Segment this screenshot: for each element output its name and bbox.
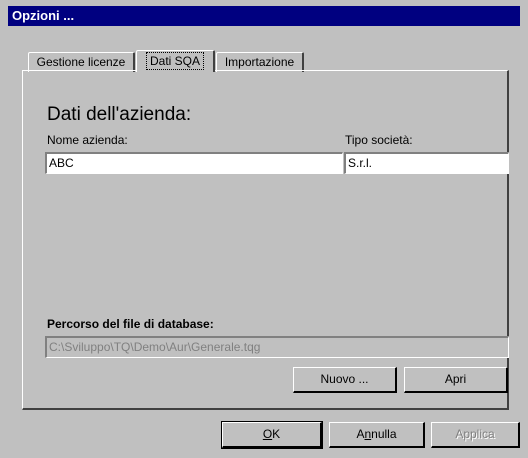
company-name-label: Nome azienda: [47,133,128,147]
ok-button[interactable]: OK [221,421,323,449]
apply-button[interactable]: Applica [431,422,520,448]
database-path-label: Percorso del file di database: [47,317,214,331]
company-type-field[interactable]: S.r.l. [344,152,509,174]
company-heading: Dati dell'azienda: [47,104,192,125]
window-title: Opzioni ... [12,8,75,23]
options-dialog: Opzioni ... Gestione licenze Dati SQA Im… [0,0,528,458]
company-name-field[interactable]: ABC [45,152,343,174]
database-path-field: C:\Sviluppo\TQ\Demo\Aur\Generale.tqg [45,336,509,358]
company-type-label: Tipo società: [345,133,413,147]
new-button[interactable]: Nuovo ... [293,367,397,393]
tab-dati-sqa[interactable]: Dati SQA [136,50,215,72]
cancel-button[interactable]: Annulla [329,422,425,448]
tab-importazione[interactable]: Importazione [216,52,304,72]
tab-gestione-licenze[interactable]: Gestione licenze [28,52,135,72]
title-bar: Opzioni ... [8,6,520,26]
open-button[interactable]: Apri [404,367,508,393]
